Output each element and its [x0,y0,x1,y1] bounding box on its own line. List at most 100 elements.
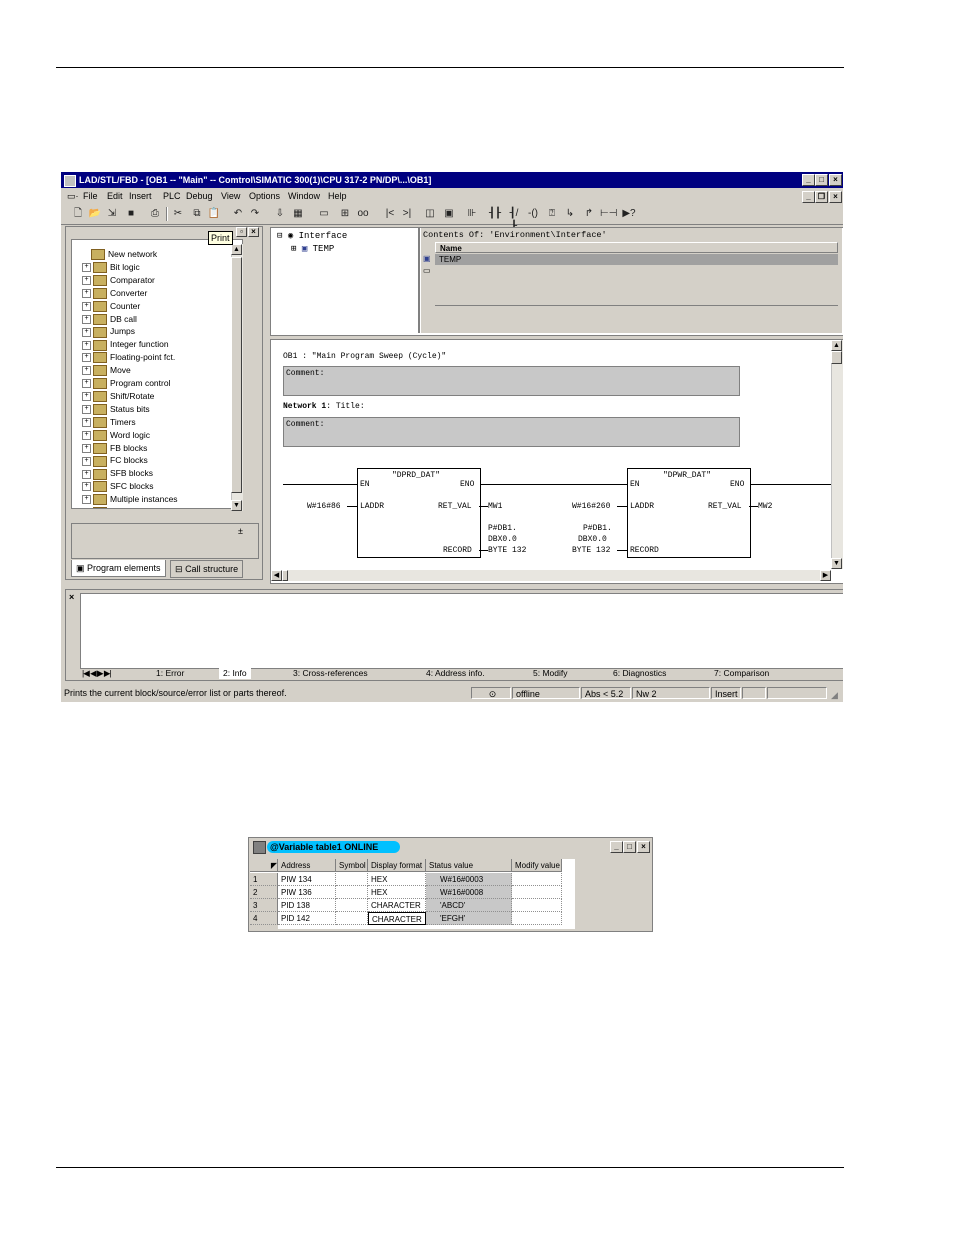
output-close-icon[interactable]: × [69,592,74,602]
tree-item[interactable]: + Status bits [82,403,150,416]
table-cell-modify[interactable] [512,873,562,886]
menu-view[interactable]: View [221,188,240,204]
nc-contact-icon[interactable]: ┨/┠ [507,207,521,232]
code-hscroll-thumb[interactable] [282,570,288,581]
expand-icon[interactable]: + [82,276,91,286]
tab-cross-references[interactable]: 3: Cross-references [293,668,368,679]
branch-close-icon[interactable]: ↱ [582,207,596,220]
details-icon[interactable]: ▣ [442,207,456,220]
monitor-icon[interactable]: ⊞ [338,207,352,220]
tab-diagnostics[interactable]: 6: Diagnostics [613,668,666,679]
close-button[interactable]: × [829,174,842,186]
expand-icon[interactable]: + [82,417,91,427]
tab-address-info[interactable]: 4: Address info. [426,668,485,679]
save-icon[interactable]: ■ [124,207,138,220]
expand-icon[interactable]: + [82,340,91,350]
scroll-up-button[interactable]: ▲ [231,244,242,255]
expand-icon[interactable]: + [82,327,91,337]
open-online-icon[interactable]: ⇲ [105,207,119,220]
expand-icon[interactable]: + [82,263,91,273]
resize-grip-icon[interactable]: ◢ [831,687,838,702]
column-header[interactable]: Symbol [336,859,368,872]
tree-item[interactable]: + Counter [82,300,140,313]
context-help-icon[interactable]: ▶? [622,207,636,220]
temp-node[interactable]: ⊞ ▣ TEMP [291,244,334,254]
menu-insert[interactable]: Insert [129,188,152,204]
code-scroll-down-button[interactable]: ▼ [831,558,842,569]
branch-open-icon[interactable]: ↳ [563,207,577,220]
scroll-down-button[interactable]: ▼ [231,500,242,511]
expand-icon[interactable]: + [82,495,91,505]
coil-icon[interactable]: -() [526,207,540,220]
glasses-icon[interactable]: oo [356,207,370,220]
table-cell-address[interactable]: PIW 136 [278,886,336,899]
tree-item[interactable]: + Word logic [82,429,150,442]
tab-error[interactable]: 1: Error [156,668,184,679]
no-contact-icon[interactable]: ┨┠ [488,207,502,220]
code-scroll-up-button[interactable]: ▲ [831,340,842,351]
expand-icon[interactable]: + [82,456,91,466]
menu-help[interactable]: Help [328,188,347,204]
table-cell-format[interactable]: CHARACTER [368,912,426,925]
open-icon[interactable]: 📂 [88,207,102,220]
tree-item[interactable]: + SFB blocks [82,467,153,480]
table-cell-symbol[interactable] [336,899,368,912]
table-cell-format[interactable]: HEX [368,873,426,886]
table-cell-format[interactable]: HEX [368,886,426,899]
table-cell-status[interactable]: 'EFGH' [426,912,512,925]
expand-icon[interactable]: + [82,482,91,492]
insert-element-icon[interactable]: ± [238,526,243,536]
network-comment-box[interactable]: Comment: [283,417,740,447]
table-cell-modify[interactable] [512,912,562,925]
expand-icon[interactable]: + [82,353,91,363]
overview-icon[interactable]: ◫ [423,207,437,220]
tab-info[interactable]: 2: Info [219,668,251,679]
tab-modify[interactable]: 5: Modify [533,668,568,679]
expand-icon[interactable]: + [82,288,91,298]
menu-file[interactable]: File [83,188,98,204]
scroll-thumb[interactable] [231,257,242,493]
expand-icon[interactable]: + [82,366,91,376]
tree-item[interactable]: + Program control [82,377,170,390]
collapse-icon[interactable]: ⊟ [277,231,282,241]
tree-item[interactable]: + Move [82,364,131,377]
name-column-header[interactable]: Name [435,242,838,253]
next-network-icon[interactable]: >| [400,207,414,220]
table-cell-symbol[interactable] [336,886,368,899]
menu-window[interactable]: Window [288,188,320,204]
expand-icon[interactable]: + [82,392,91,402]
expand-icon[interactable]: + [82,430,91,440]
temp-row[interactable]: TEMP [435,254,838,265]
pane-close-button[interactable]: × [248,227,259,237]
table-cell-format[interactable]: CHARACTER [368,899,426,912]
menu-plc[interactable]: PLC [163,188,181,204]
doc-icon[interactable]: ▭· [67,188,79,204]
expand-icon[interactable]: + [82,469,91,479]
table-cell-address[interactable]: PIW 134 [278,873,336,886]
paste-icon[interactable]: 📋 [207,207,221,220]
table-cell-status[interactable]: 'ABCD' [426,899,512,912]
copy-icon[interactable]: ⧉ [190,207,204,220]
column-header[interactable]: Display format [368,859,426,872]
connection-icon[interactable]: ⊢⊣ [600,207,617,220]
vt-maximize-button[interactable]: □ [623,841,636,853]
column-header[interactable]: Modify value [512,859,562,872]
program-elements-tree[interactable]: New network + Bit logic + Comparator + Convert… [71,239,243,509]
maximize-button[interactable]: □ [815,174,828,186]
table-cell-modify[interactable] [512,899,562,912]
tree-item[interactable]: + Jumps [82,325,135,338]
tree-item[interactable]: + Comparator [82,274,155,287]
tree-item[interactable]: + SFC blocks [82,480,153,493]
menu-debug[interactable]: Debug [186,188,213,204]
new-icon[interactable]: 🗋 [71,207,85,220]
expand-icon[interactable]: + [82,379,91,389]
undo-icon[interactable]: ↶ [231,207,245,220]
print-icon[interactable]: ⎙ [148,207,162,220]
vt-minimize-button[interactable]: _ [610,841,623,853]
expand-icon[interactable]: + [82,405,91,415]
code-vscrollbar[interactable] [831,340,843,569]
code-hscrollbar[interactable] [271,570,831,581]
table-cell-modify[interactable] [512,886,562,899]
cut-icon[interactable]: ✂ [171,207,185,220]
tree-item[interactable]: New network [82,248,157,261]
